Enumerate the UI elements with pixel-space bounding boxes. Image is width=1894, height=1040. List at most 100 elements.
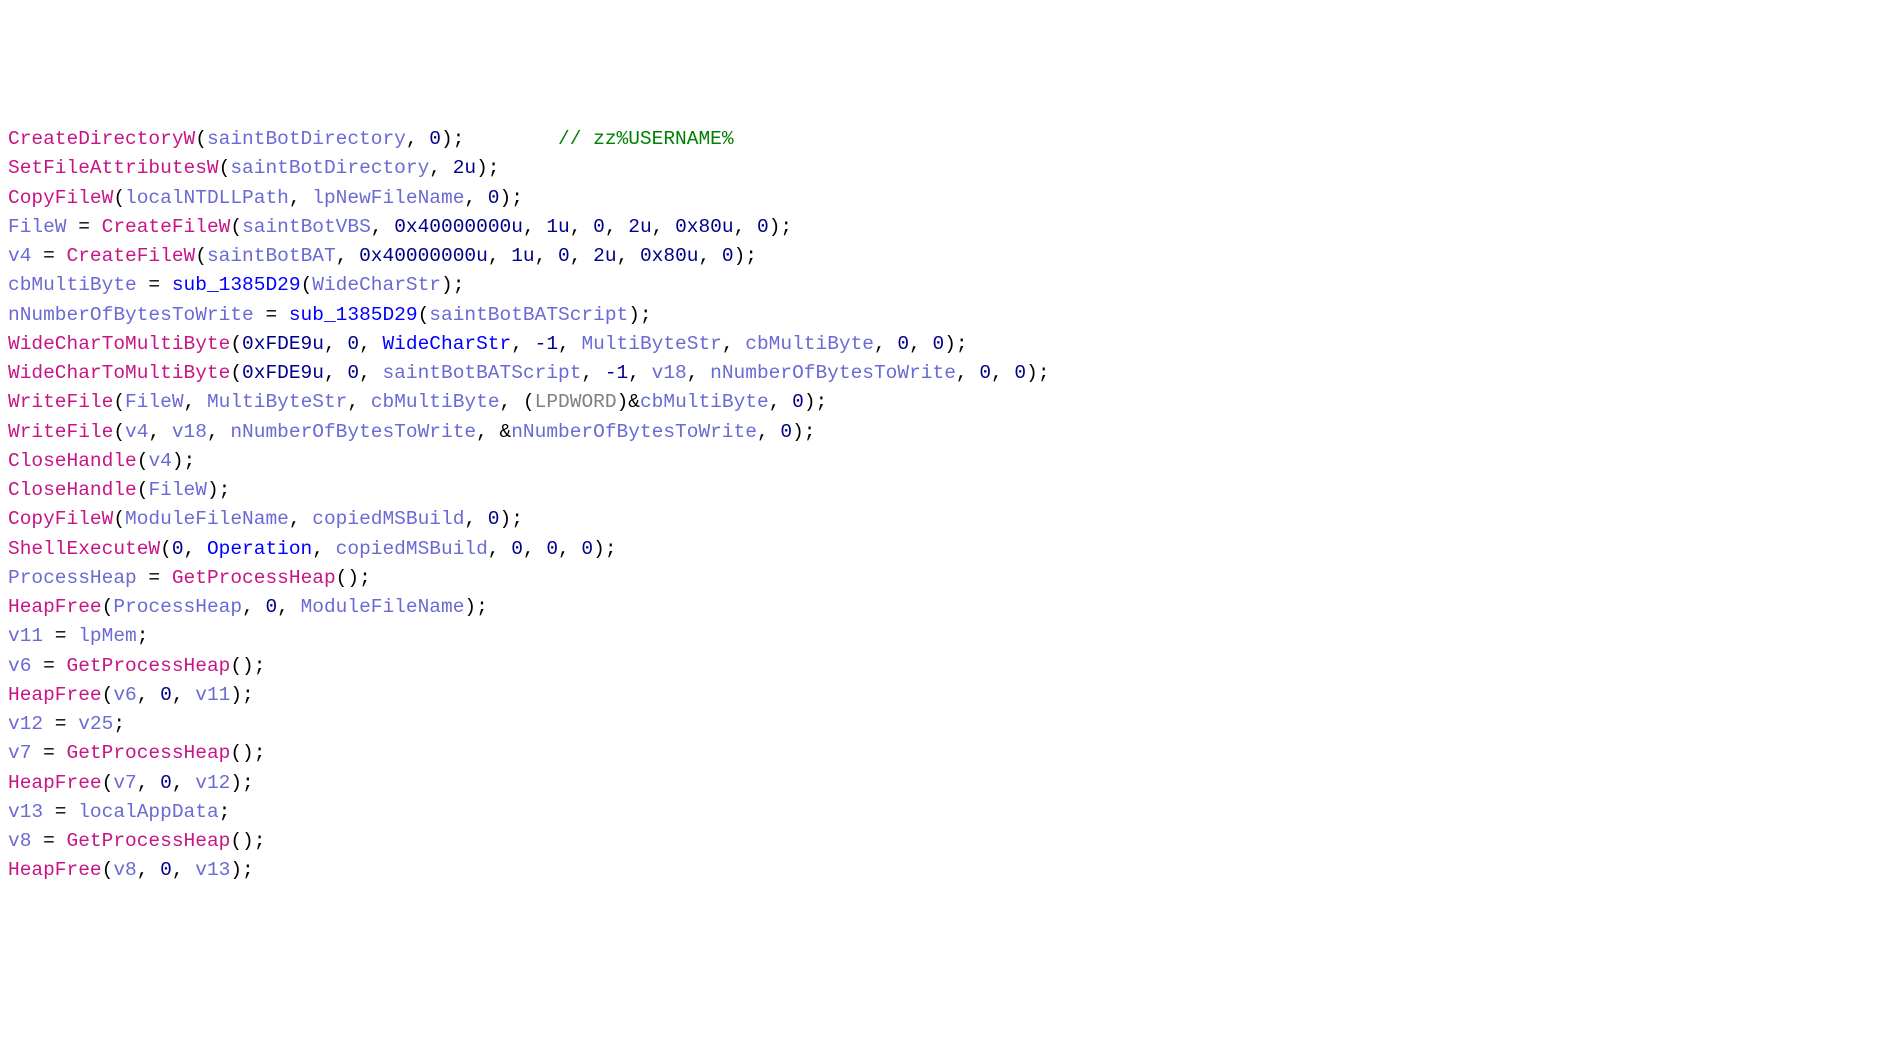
code-line: v12 = v25; xyxy=(8,710,1886,739)
token-punct: , xyxy=(511,333,534,355)
token-var: v18 xyxy=(172,421,207,443)
code-line: v13 = localAppData; xyxy=(8,798,1886,827)
token-punct: , xyxy=(464,187,487,209)
token-punct: ( xyxy=(113,391,125,413)
token-num: 1u xyxy=(511,245,534,267)
token-punct: ( xyxy=(230,216,242,238)
token-punct: , xyxy=(488,245,511,267)
token-var: MultiByteStr xyxy=(207,391,347,413)
token-fn: WideCharToMultiByte xyxy=(8,333,230,355)
token-var: ProcessHeap xyxy=(8,567,137,589)
token-punct: , xyxy=(558,538,581,560)
code-line: CopyFileW(localNTDLLPath, lpNewFileName,… xyxy=(8,184,1886,213)
token-punct: , xyxy=(172,772,195,794)
token-punct: )& xyxy=(617,391,640,413)
token-var: v25 xyxy=(78,713,113,735)
token-fn: HeapFree xyxy=(8,772,102,794)
token-num: 0 xyxy=(581,538,593,560)
token-var: nNumberOfBytesToWrite xyxy=(511,421,757,443)
token-punct: , xyxy=(628,362,651,384)
token-punct: , xyxy=(687,362,710,384)
token-fn: CreateFileW xyxy=(102,216,231,238)
token-type: LPDWORD xyxy=(535,391,617,413)
token-punct: ; xyxy=(113,713,125,735)
code-line: FileW = CreateFileW(saintBotVBS, 0x40000… xyxy=(8,213,1886,242)
token-var: cbMultiByte xyxy=(371,391,500,413)
token-punct: , xyxy=(605,216,628,238)
token-var: v11 xyxy=(8,625,43,647)
token-punct: ); xyxy=(500,187,523,209)
token-num: 0x80u xyxy=(675,216,734,238)
token-var: cbMultiByte xyxy=(640,391,769,413)
token-punct: , xyxy=(464,508,487,530)
token-punct: = xyxy=(254,304,289,326)
token-punct: = xyxy=(31,830,66,852)
token-punct: = xyxy=(43,801,78,823)
token-punct: ); xyxy=(1026,362,1049,384)
token-punct: ( xyxy=(137,479,149,501)
token-punct: , xyxy=(289,187,312,209)
code-line: SetFileAttributesW(saintBotDirectory, 2u… xyxy=(8,154,1886,183)
code-line: WriteFile(FileW, MultiByteStr, cbMultiBy… xyxy=(8,388,1886,417)
token-var: FileW xyxy=(8,216,67,238)
token-punct: , xyxy=(406,128,429,150)
token-fn: HeapFree xyxy=(8,859,102,881)
token-var: localNTDLLPath xyxy=(125,187,289,209)
token-var: copiedMSBuild xyxy=(336,538,488,560)
code-line: CreateDirectoryW(saintBotDirectory, 0); … xyxy=(8,125,1886,154)
token-num: 0 xyxy=(160,772,172,794)
token-num: 0 xyxy=(979,362,991,384)
token-punct: ( xyxy=(160,538,172,560)
code-line: HeapFree(v8, 0, v13); xyxy=(8,856,1886,885)
token-punct: , xyxy=(734,216,757,238)
token-var: v11 xyxy=(195,684,230,706)
token-punct: ); xyxy=(172,450,195,472)
token-punct: ); xyxy=(593,538,616,560)
token-num: 0 xyxy=(347,362,359,384)
code-line: WideCharToMultiByte(0xFDE9u, 0, WideChar… xyxy=(8,330,1886,359)
token-punct: , xyxy=(570,216,593,238)
token-fn: SetFileAttributesW xyxy=(8,157,219,179)
code-line: WriteFile(v4, v18, nNumberOfBytesToWrite… xyxy=(8,418,1886,447)
token-var: v6 xyxy=(113,684,136,706)
token-punct: , xyxy=(324,333,347,355)
token-punct: ; xyxy=(219,801,231,823)
token-num: 0 xyxy=(488,187,500,209)
token-punct: ( xyxy=(102,859,114,881)
code-line: CloseHandle(v4); xyxy=(8,447,1886,476)
token-var: v8 xyxy=(8,830,31,852)
token-fn: CloseHandle xyxy=(8,450,137,472)
token-num: -1 xyxy=(605,362,628,384)
code-line: HeapFree(v6, 0, v11); xyxy=(8,681,1886,710)
code-line: HeapFree(ProcessHeap, 0, ModuleFileName)… xyxy=(8,593,1886,622)
token-punct: , xyxy=(371,216,394,238)
code-line: WideCharToMultiByte(0xFDE9u, 0, saintBot… xyxy=(8,359,1886,388)
token-punct: , xyxy=(184,391,207,413)
token-var: nNumberOfBytesToWrite xyxy=(8,304,254,326)
token-num: 0 xyxy=(593,216,605,238)
token-var: v4 xyxy=(8,245,31,267)
token-fn: GetProcessHeap xyxy=(172,567,336,589)
token-punct: ( xyxy=(301,274,313,296)
token-num: 0 xyxy=(160,684,172,706)
code-line: nNumberOfBytesToWrite = sub_1385D29(sain… xyxy=(8,301,1886,330)
code-line: v11 = lpMem; xyxy=(8,622,1886,651)
token-punct: , xyxy=(207,421,230,443)
token-punct: , xyxy=(277,596,300,618)
token-var: v12 xyxy=(8,713,43,735)
token-punct: ( xyxy=(195,245,207,267)
token-punct: ( xyxy=(102,596,114,618)
token-var: v4 xyxy=(125,421,148,443)
token-num: 2u xyxy=(628,216,651,238)
token-fn: WriteFile xyxy=(8,421,113,443)
code-line: v4 = CreateFileW(saintBotBAT, 0x40000000… xyxy=(8,242,1886,271)
token-punct: , xyxy=(429,157,452,179)
token-punct: ); xyxy=(792,421,815,443)
token-punct: , xyxy=(488,538,511,560)
code-line: cbMultiByte = sub_1385D29(WideCharStr); xyxy=(8,271,1886,300)
token-punct: , xyxy=(769,391,792,413)
token-punct: (); xyxy=(230,742,265,764)
token-punct: ( xyxy=(230,362,242,384)
token-var: saintBotVBS xyxy=(242,216,371,238)
token-punct: ); xyxy=(230,772,253,794)
